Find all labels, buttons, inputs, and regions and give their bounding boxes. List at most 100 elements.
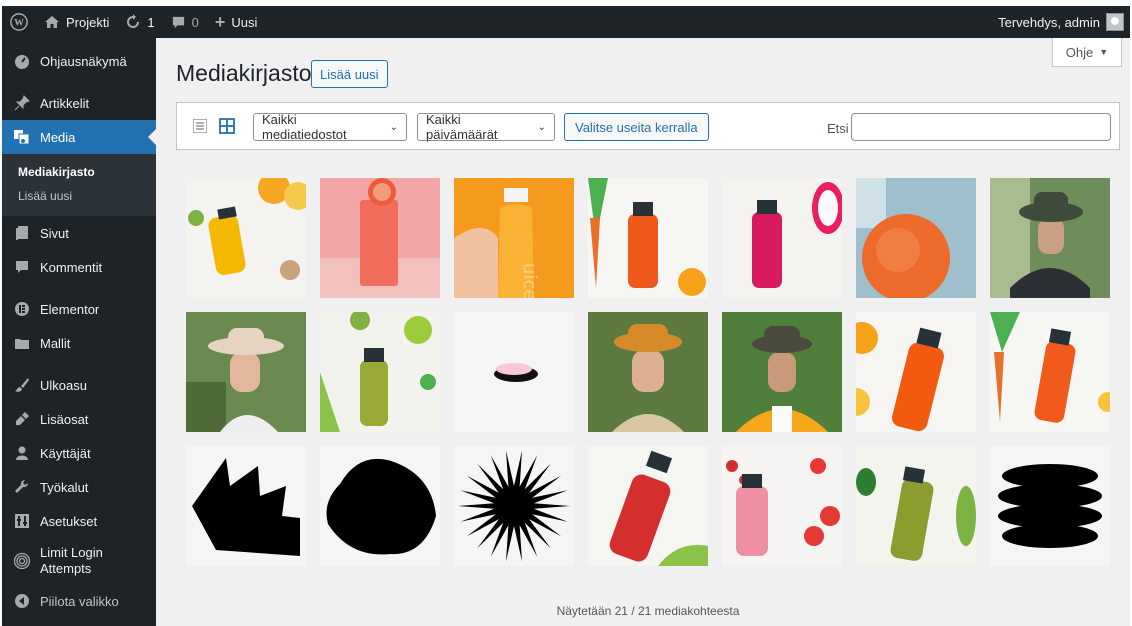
sidebar-item-elementor[interactable]: Elementor	[2, 292, 156, 326]
media-item-man-yellow-jacket-portrait[interactable]	[722, 312, 842, 432]
grid-view-icon[interactable]	[219, 118, 235, 134]
media-item-woman-sunhat-portrait[interactable]	[186, 312, 306, 432]
bulk-select-button[interactable]: Valitse useita kerralla	[564, 113, 709, 141]
date-filter[interactable]: Kaikki päivämäärät ⌄	[417, 112, 555, 142]
sidebar-item-label: Limit Login Attempts	[40, 545, 103, 576]
search-input[interactable]	[851, 113, 1111, 141]
site-name: Projekti	[66, 14, 110, 30]
media-item-black-stack-shape[interactable]	[990, 446, 1110, 566]
fingerprint-icon	[12, 551, 32, 571]
dashboard-icon	[12, 51, 32, 71]
media-type-filter[interactable]: Kaikki mediatiedostot ⌄	[253, 112, 407, 142]
admin-bar: W Projekti 1 0 + Uusi Tervehdys, admin	[2, 6, 1130, 38]
new-content-link[interactable]: + Uusi	[207, 6, 266, 38]
media-item-black-starburst-shape[interactable]	[454, 446, 574, 566]
sidebar-item-tools[interactable]: Työkalut	[2, 470, 156, 504]
sidebar-item-label: Sivut	[40, 225, 69, 241]
media-item-pink-drink-grapefruit[interactable]	[320, 178, 440, 298]
admin-screen: W Projekti 1 0 + Uusi Tervehdys, admin O…	[2, 6, 1130, 626]
sidebar-item-label: Artikkelit	[40, 95, 90, 111]
media-item-orange-juice-bottle-hand[interactable]: uice	[454, 178, 574, 298]
sidebar-item-settings[interactable]: Asetukset	[2, 504, 156, 538]
folder-icon	[12, 333, 32, 353]
submenu-item-add-new[interactable]: Lisää uusi	[2, 184, 156, 208]
sidebar-item-limit-login[interactable]: Limit Login Attempts	[2, 538, 156, 584]
sidebar-item-pages[interactable]: Sivut	[2, 216, 156, 250]
greeting[interactable]: Tervehdys, admin	[998, 15, 1100, 30]
sidebar-item-posts[interactable]: Artikkelit	[2, 86, 156, 120]
media-item-man-bucket-hat-portrait[interactable]	[990, 178, 1110, 298]
updates-count: 1	[147, 14, 155, 30]
media-item-woman-orange-hat-portrait[interactable]	[588, 312, 708, 432]
wordpress-logo[interactable]: W	[2, 6, 36, 38]
media-item-green-juice-celery-lime[interactable]	[320, 312, 440, 432]
wordpress-icon: W	[10, 13, 28, 31]
media-type-filter-value: Kaikki mediatiedostot	[262, 112, 347, 142]
updates-link[interactable]: 1	[117, 6, 162, 38]
comments-link[interactable]: 0	[163, 6, 207, 38]
sidebar-item-dashboard[interactable]: Ohjausnäkymä	[2, 44, 156, 78]
media-icon	[12, 127, 32, 147]
media-item-grapefruit-blue-bowl[interactable]	[856, 178, 976, 298]
plus-icon: +	[214, 11, 226, 32]
new-label: Uusi	[231, 14, 258, 30]
user-icon	[12, 443, 32, 463]
refresh-icon	[125, 14, 141, 30]
sidebar-item-label: Lisäosat	[40, 411, 89, 427]
settings-icon	[12, 511, 32, 531]
help-tab-label: Ohje	[1065, 44, 1094, 60]
media-count: Näytetään 21 / 21 mediakohteesta	[556, 604, 740, 618]
sidebar-item-label: Ohjausnäkymä	[40, 53, 127, 69]
site-name-link[interactable]: Projekti	[36, 6, 117, 38]
sidebar-item-label: Asetukset	[40, 513, 98, 529]
elementor-icon	[12, 299, 32, 319]
home-icon	[44, 14, 60, 30]
plugin-icon	[12, 409, 32, 429]
chevron-down-icon: ⌄	[537, 121, 546, 133]
media-item-strawberry-juice-bottle[interactable]	[722, 446, 842, 566]
media-item-orange-juice-carrots-2[interactable]	[990, 312, 1110, 432]
caret-down-icon: ▼	[1099, 47, 1109, 57]
sidebar-item-label: Media	[40, 129, 76, 145]
page-title: Mediakirjasto	[176, 60, 312, 86]
sidebar-item-plugins[interactable]: Lisäosat	[2, 402, 156, 436]
submenu-item-library[interactable]: Mediakirjasto	[2, 160, 156, 184]
sidebar-item-comments[interactable]: Kommentit	[2, 250, 156, 284]
media-item-yellow-juice-citrus[interactable]	[186, 178, 306, 298]
page-icon	[12, 223, 32, 243]
media-submenu: Mediakirjasto Lisää uusi	[2, 154, 156, 216]
pin-icon	[12, 93, 32, 113]
date-filter-value: Kaikki päivämäärät	[426, 112, 498, 142]
sidebar-item-label: Työkalut	[40, 479, 89, 495]
sidebar-item-label: Piilota valikko	[40, 593, 119, 609]
search-label: Etsi	[827, 121, 849, 136]
media-item-black-blob-shape[interactable]	[320, 446, 440, 566]
sidebar-item-users[interactable]: Käyttäjät	[2, 436, 156, 470]
help-tab[interactable]: Ohje ▼	[1052, 38, 1122, 67]
avatar[interactable]	[1106, 13, 1124, 31]
chevron-down-icon: ⌄	[389, 121, 398, 133]
media-item-red-juice-bottle[interactable]	[588, 446, 708, 566]
sidebar-item-label: Kommentit	[40, 259, 103, 275]
sidebar-item-appearance[interactable]: Ulkoasu	[2, 368, 156, 402]
add-new-button[interactable]: Lisää uusi	[311, 60, 388, 88]
sidebar-item-templates[interactable]: Mallit	[2, 326, 156, 360]
sidebar-item-label: Elementor	[40, 301, 100, 317]
collapse-icon	[12, 591, 32, 611]
media-item-green-juice-cucumber[interactable]	[856, 446, 976, 566]
wrench-icon	[12, 477, 32, 497]
svg-text:uice: uice	[519, 263, 540, 298]
media-item-black-zigzag-shape[interactable]	[186, 446, 306, 566]
media-item-pink-juice-dragonfruit[interactable]	[722, 178, 842, 298]
comment-icon	[12, 257, 32, 277]
comments-count: 0	[191, 14, 199, 30]
list-view-icon[interactable]	[193, 119, 207, 133]
brush-icon	[12, 375, 32, 395]
media-item-orange-juice-oranges[interactable]	[856, 312, 976, 432]
sidebar-item-collapse[interactable]: Piilota valikko	[2, 584, 156, 618]
sidebar-item-media[interactable]: Media	[2, 120, 156, 154]
sidebar-item-label: Mallit	[40, 335, 71, 351]
media-item-pink-ellipse-shape[interactable]	[454, 312, 574, 432]
media-item-orange-juice-carrots[interactable]	[588, 178, 708, 298]
admin-sidebar: Ohjausnäkymä Artikkelit Media Mediakirja…	[2, 38, 156, 626]
